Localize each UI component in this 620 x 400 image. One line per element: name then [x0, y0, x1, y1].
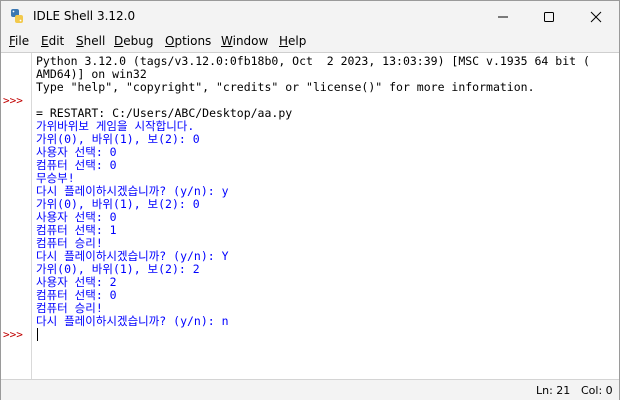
shell-editor[interactable]: >>> >>> Python 3.12.0 (tags/v3.12.0:0fb1…	[1, 52, 619, 380]
prompt-marker: >>>	[3, 328, 23, 341]
minimize-icon	[498, 16, 508, 18]
close-icon	[590, 11, 602, 23]
shell-text-area[interactable]: Python 3.12.0 (tags/v3.12.0:0fb18b0, Oct…	[36, 53, 616, 380]
shell-line: 다시 플레이하시겠습니까? (y/n): n	[36, 314, 229, 328]
menu-help[interactable]: Help	[279, 34, 306, 48]
status-column: Col: 0	[581, 384, 613, 397]
prompt-marker: >>>	[3, 94, 23, 107]
menu-window[interactable]: Window	[221, 34, 268, 48]
status-bar: Ln: 21 Col: 0	[1, 379, 619, 400]
python-icon	[11, 9, 23, 23]
menu-options[interactable]: Options	[165, 34, 211, 48]
title-bar[interactable]: IDLE Shell 3.12.0	[1, 1, 619, 32]
text-cursor	[37, 328, 38, 341]
menu-edit[interactable]: Edit	[41, 34, 64, 48]
menu-shell[interactable]: Shell	[76, 34, 105, 48]
status-line: Ln: 21	[536, 384, 571, 397]
prompt-gutter: >>> >>>	[1, 53, 32, 380]
maximize-icon	[544, 12, 554, 22]
shell-line: Type "help", "copyright", "credits" or "…	[36, 80, 535, 94]
window-title: IDLE Shell 3.12.0	[33, 9, 136, 23]
idle-shell-window: IDLE Shell 3.12.0 File Edit Shell Debug …	[0, 0, 620, 400]
menu-debug[interactable]: Debug	[114, 34, 153, 48]
maximize-button[interactable]	[526, 1, 572, 32]
minimize-button[interactable]	[480, 1, 526, 32]
menu-bar: File Edit Shell Debug Options Window Hel…	[1, 32, 619, 51]
menu-file[interactable]: File	[9, 34, 29, 48]
close-button[interactable]	[573, 1, 619, 32]
